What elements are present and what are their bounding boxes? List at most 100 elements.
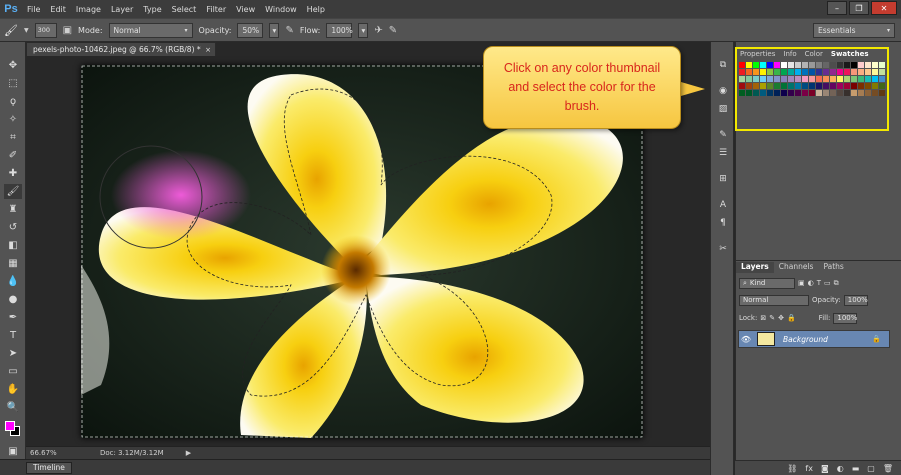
filter-type-icon[interactable]: T: [817, 279, 821, 287]
status-menu-arrow-icon[interactable]: ▶: [186, 449, 191, 457]
healing-brush-tool-icon[interactable]: ✚: [4, 166, 22, 181]
dodge-tool-icon[interactable]: ●: [4, 292, 22, 307]
history-brush-tool-icon[interactable]: ↺: [4, 220, 22, 235]
lock-all-icon[interactable]: 🔒: [787, 314, 796, 322]
lock-row: Lock: ⊠ ✎ ✥ 🔒 Fill: 100%: [739, 312, 857, 324]
filter-shape-icon[interactable]: ▭: [824, 279, 831, 287]
move-tool-icon[interactable]: ✥: [4, 58, 22, 73]
layer-style-icon[interactable]: fx: [805, 464, 813, 473]
brush-tool-icon[interactable]: 🖌: [4, 24, 18, 37]
mode-select[interactable]: Normal ▾: [108, 22, 193, 38]
menu-help[interactable]: Help: [302, 5, 330, 14]
character-panel-icon[interactable]: A: [715, 198, 731, 212]
panel-dock-icons: ⧉ ◉ ▨ ✎ ☰ ⊞ A ¶ ✂: [710, 42, 734, 475]
layer-opacity-input[interactable]: 100%: [843, 294, 868, 306]
adjustments-panel-icon[interactable]: ▨: [715, 102, 731, 116]
menu-window[interactable]: Window: [260, 5, 302, 14]
path-selection-tool-icon[interactable]: ➤: [4, 346, 22, 361]
restore-icon[interactable]: ❐: [849, 1, 869, 15]
opacity-input[interactable]: 50%: [237, 22, 264, 38]
menu-select[interactable]: Select: [167, 5, 202, 14]
zoom-level[interactable]: 66.67%: [30, 449, 86, 457]
pressure-opacity-icon[interactable]: ✎: [285, 25, 293, 36]
callout-annotation: Click on any color thumbnail and select …: [483, 46, 681, 129]
layer-kind-select[interactable]: ⌕ Kind: [739, 277, 795, 289]
fill-value: 100%: [837, 314, 858, 322]
history-panel-icon[interactable]: ⧉: [715, 58, 731, 72]
eraser-tool-icon[interactable]: ◧: [4, 238, 22, 253]
menu-image[interactable]: Image: [71, 5, 106, 14]
lock-label: Lock:: [739, 314, 758, 322]
shape-tool-icon[interactable]: ▭: [4, 364, 22, 379]
type-tool-icon[interactable]: T: [4, 328, 22, 343]
tool-presets-icon[interactable]: ✂: [715, 242, 731, 256]
magic-wand-tool-icon[interactable]: ✧: [4, 112, 22, 127]
link-layers-icon[interactable]: ⛓: [787, 464, 797, 473]
close-icon[interactable]: ✕: [871, 1, 897, 15]
tab-timeline[interactable]: Timeline: [26, 461, 72, 474]
flow-label: Flow:: [299, 25, 321, 35]
chevron-down-icon[interactable]: ▼: [24, 27, 29, 34]
menu-view[interactable]: View: [231, 5, 260, 14]
crop-tool-icon[interactable]: ⌗: [4, 130, 22, 145]
blend-row: Normal Opacity: 100%: [739, 294, 868, 306]
fill-label: Fill:: [818, 314, 831, 322]
menu-file[interactable]: File: [22, 5, 45, 14]
eyedropper-tool-icon[interactable]: ✐: [4, 148, 22, 163]
menu-type[interactable]: Type: [138, 5, 166, 14]
screen-mode-icon[interactable]: ▣: [4, 444, 22, 459]
lock-pixels-icon[interactable]: ⊠: [760, 314, 766, 322]
tab-layers[interactable]: Layers: [736, 262, 774, 273]
flow-input[interactable]: 100%: [326, 22, 353, 38]
airbrush-icon[interactable]: ✈: [374, 25, 382, 36]
eye-icon[interactable]: 👁: [739, 335, 753, 344]
close-icon[interactable]: ×: [205, 46, 211, 54]
brush-panel-icon[interactable]: ▣: [63, 25, 72, 36]
flow-dropdown[interactable]: ▾: [358, 22, 369, 38]
blur-tool-icon[interactable]: 💧: [4, 274, 22, 289]
flow-value: 100%: [331, 25, 353, 35]
filter-smart-object-icon[interactable]: ⧉: [834, 279, 839, 288]
brush-tool-icon[interactable]: 🖌: [4, 184, 22, 199]
lock-position-icon[interactable]: ✥: [778, 314, 784, 322]
trash-icon[interactable]: 🗑: [883, 464, 893, 473]
lasso-tool-icon[interactable]: ϙ: [4, 94, 22, 109]
brush-presets-icon[interactable]: ☰: [715, 146, 731, 160]
pen-tool-icon[interactable]: ✒: [4, 310, 22, 325]
pressure-size-icon[interactable]: ✎: [389, 25, 397, 36]
workspace-select[interactable]: Essentials ▾: [813, 23, 895, 38]
adjustment-layer-icon[interactable]: ◐: [837, 464, 844, 473]
paragraph-panel-icon[interactable]: ¶: [715, 216, 731, 230]
gradient-tool-icon[interactable]: ▦: [4, 256, 22, 271]
window-controls: – ❐ ✕: [827, 1, 897, 15]
menu-layer[interactable]: Layer: [106, 5, 138, 14]
lock-paint-icon[interactable]: ✎: [769, 314, 775, 322]
group-icon[interactable]: ▬: [852, 464, 860, 473]
fill-input[interactable]: 100%: [833, 312, 858, 324]
opacity-dropdown[interactable]: ▾: [269, 22, 280, 38]
menu-filter[interactable]: Filter: [201, 5, 231, 14]
document-tab[interactable]: pexels-photo-10462.jpeg @ 66.7% (RGB/8) …: [26, 42, 216, 56]
hand-tool-icon[interactable]: ✋: [4, 382, 22, 397]
minimize-icon[interactable]: –: [827, 1, 847, 15]
marquee-tool-icon[interactable]: ⬚: [4, 76, 22, 91]
foreground-color-swatch[interactable]: [5, 421, 15, 431]
filter-adjustment-icon[interactable]: ◐: [808, 279, 814, 287]
brush-panel-icon[interactable]: ✎: [715, 128, 731, 142]
workspace-value: Essentials: [818, 26, 856, 35]
layer-row-background[interactable]: 👁 Background 🔒: [738, 330, 890, 348]
blend-mode-select[interactable]: Normal: [739, 294, 809, 306]
tab-channels[interactable]: Channels: [774, 262, 819, 273]
clone-source-icon[interactable]: ⊞: [715, 172, 731, 186]
color-panel-icon[interactable]: ◉: [715, 84, 731, 98]
zoom-tool-icon[interactable]: 🔍: [4, 400, 22, 415]
layer-mask-icon[interactable]: ◙: [821, 464, 829, 473]
new-layer-icon[interactable]: ▢: [867, 464, 875, 473]
clone-stamp-tool-icon[interactable]: ♜: [4, 202, 22, 217]
brush-size-picker[interactable]: 300: [34, 22, 57, 38]
opacity-label: Opacity:: [198, 25, 232, 35]
tab-paths[interactable]: Paths: [818, 262, 848, 273]
filter-pixel-icon[interactable]: ▣: [798, 279, 805, 287]
layer-name[interactable]: Background: [783, 335, 828, 344]
menu-edit[interactable]: Edit: [45, 5, 71, 14]
